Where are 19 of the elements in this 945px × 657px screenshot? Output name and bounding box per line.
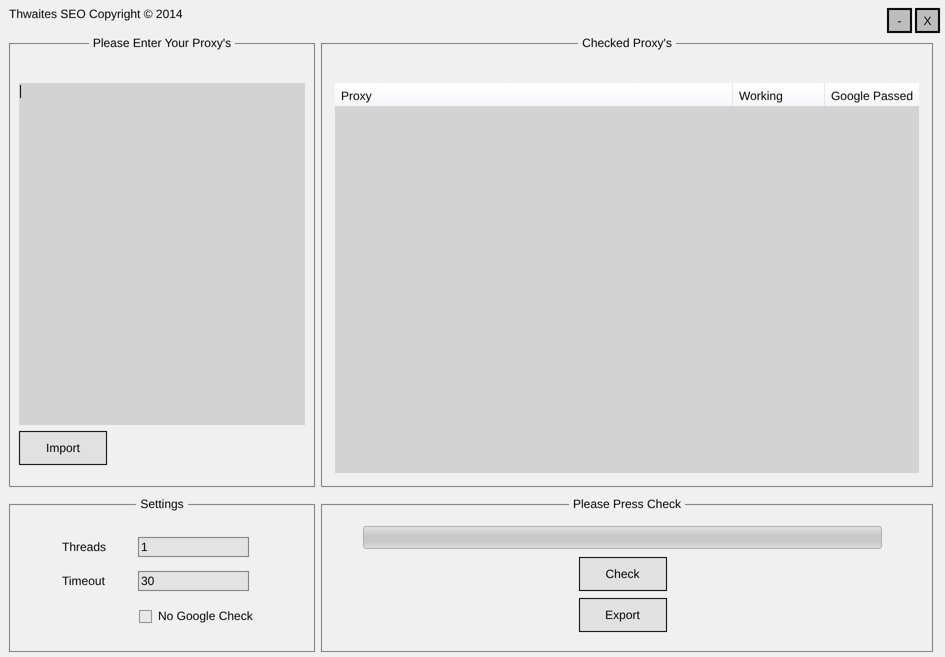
close-button[interactable]: X (915, 8, 940, 33)
column-header[interactable]: Google Passed (824, 83, 919, 106)
no-google-check-checkbox[interactable]: No Google Check (139, 609, 305, 623)
column-header[interactable]: Working (732, 83, 825, 106)
group-title: Please Press Check (572, 497, 682, 511)
group-title: Settings (139, 497, 185, 511)
export-button[interactable]: Export (578, 598, 666, 632)
field-label: Timeout (61, 574, 106, 588)
input-field[interactable]: 1 (138, 537, 249, 557)
column-header[interactable]: Proxy (335, 83, 733, 106)
check-button[interactable]: Check (578, 557, 666, 591)
import-button[interactable]: Import (19, 431, 107, 465)
window-title: Thwaites SEO Copyright © 2014 (9, 7, 183, 21)
minimize-button[interactable]: - (887, 8, 912, 33)
group-title: Please Enter Your Proxy's (92, 36, 232, 50)
field-label: Threads (61, 540, 108, 554)
input-field[interactable]: 30 (138, 571, 249, 591)
proxy-text-area[interactable] (19, 83, 305, 425)
group-title: Checked Proxy's (581, 36, 673, 50)
